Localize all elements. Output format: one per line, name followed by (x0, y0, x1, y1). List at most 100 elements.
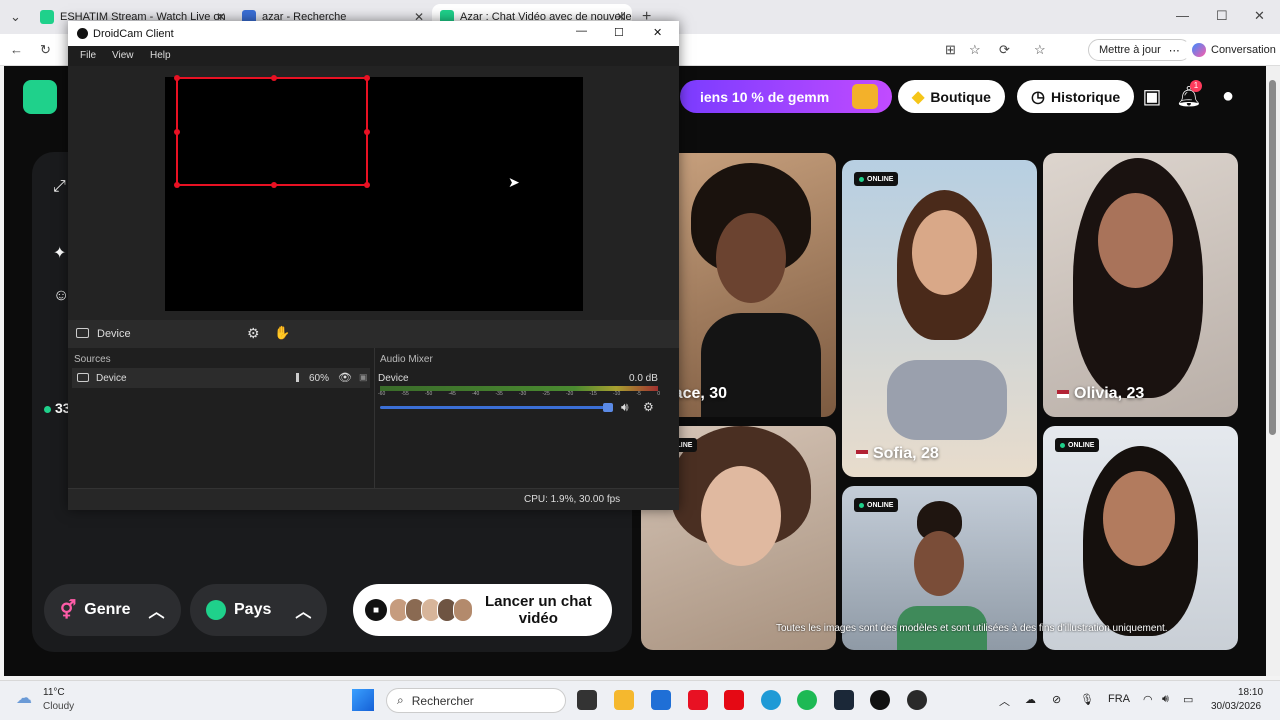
clock-time[interactable]: 18:10 (1238, 687, 1263, 698)
volume-bar-icon (296, 373, 299, 382)
chevron-up-icon: ︿ (148, 604, 165, 621)
face (716, 213, 786, 303)
resize-handle[interactable] (271, 182, 277, 188)
task-view-icon[interactable] (577, 690, 597, 710)
volume-slider[interactable] (380, 406, 612, 409)
scrollbar-thumb[interactable] (1269, 80, 1276, 435)
meter-tick-label: -50 (425, 391, 433, 397)
refresh-page-icon[interactable]: ⟳ (999, 42, 1010, 58)
vpn-icon[interactable]: ⊘ (1052, 693, 1061, 706)
reload-icon[interactable]: ↻ (40, 42, 51, 58)
favorites-icon[interactable]: ☆ (1034, 42, 1046, 58)
resize-handle[interactable] (174, 182, 180, 188)
promo-text: iens 10 % de gemm (700, 88, 830, 105)
maximize-icon[interactable]: ☐ (1216, 8, 1228, 24)
online-badge: ONLINE (854, 172, 899, 186)
back-icon[interactable]: ← (10, 42, 23, 57)
copilot-conversation-button[interactable]: Conversation (1182, 39, 1280, 61)
profile-name: Olivia, 23 (1057, 385, 1144, 403)
droidcam-taskbar-icon[interactable] (870, 690, 890, 710)
microphone-icon[interactable]: 🎙︎ (1080, 693, 1094, 706)
online-badge: ONLINE (1055, 438, 1100, 452)
meter-tick-label: -25 (542, 391, 550, 397)
launch-label-line1: Lancer un chat (485, 593, 592, 610)
wps-office-icon[interactable] (688, 690, 708, 710)
resize-handle[interactable] (271, 75, 277, 81)
close-window-icon[interactable]: ✕ (1254, 8, 1265, 24)
avatar-stack (389, 598, 473, 622)
gems-promo-banner[interactable]: iens 10 % de gemm (680, 80, 892, 113)
launch-video-chat-button[interactable]: ■ Lancer un chat vidéo (353, 584, 612, 636)
maximize-icon[interactable]: ☐ (614, 26, 624, 39)
user-avatar-icon[interactable]: ● (1212, 80, 1244, 112)
resize-handle[interactable] (174, 129, 180, 135)
globe-icon (206, 600, 226, 620)
historique-button[interactable]: ◷ Historique (1017, 80, 1135, 113)
apps-icon[interactable]: ⊞ (945, 42, 956, 58)
inbox-icon[interactable]: ▣ (1136, 80, 1168, 112)
steam-icon[interactable] (834, 690, 854, 710)
mixer-db-value: 0.0 dB (629, 373, 658, 384)
volume-icon[interactable]: 🔊︎ (1162, 693, 1169, 706)
droidcam-title-bar[interactable]: DroidCam Client — ☐ ✕ (68, 21, 679, 46)
weather-cloud-icon[interactable]: ☁ (16, 688, 32, 708)
eshatim-favicon-icon (40, 10, 54, 24)
tab-list-icon[interactable]: ⌄ (10, 9, 21, 25)
menu-view[interactable]: View (112, 50, 134, 61)
chatgpt-icon[interactable] (907, 690, 927, 710)
volume-slider-knob[interactable] (603, 403, 613, 412)
wifi-icon[interactable]: ◠ (1143, 693, 1153, 706)
resize-handle[interactable] (364, 129, 370, 135)
close-icon[interactable]: ✕ (653, 26, 662, 39)
clock-date[interactable]: 30/03/2026 (1211, 701, 1261, 712)
genre-selector[interactable]: ⚥ Genre ︿ (44, 584, 181, 636)
mixer-settings-gear-icon[interactable]: ⚙ (643, 400, 654, 414)
language-indicator[interactable]: FRA (1108, 693, 1130, 705)
edge-browser-icon[interactable] (761, 690, 781, 710)
minimize-icon[interactable]: — (576, 25, 587, 37)
filters-icon[interactable]: ✋ (274, 325, 290, 341)
profile-card-6[interactable]: ONLINE (1043, 426, 1238, 650)
battery-icon[interactable]: ▭ (1183, 693, 1193, 706)
azar-logo[interactable] (23, 80, 57, 114)
meter-tick-label: -35 (495, 391, 503, 397)
source-selection-box[interactable] (174, 75, 370, 188)
speaker-icon[interactable]: 🔊︎ (621, 400, 629, 415)
launch-label: Lancer un chat vidéo (485, 593, 592, 627)
meter-tick-label: -10 (613, 391, 621, 397)
disclaimer-text: Toutes les images sont des modèles et so… (776, 623, 1168, 634)
profile-card-sofia[interactable]: ONLINE Sofia, 28 (842, 160, 1037, 477)
meter-tick-label: -20 (566, 391, 574, 397)
taskbar-search-box[interactable]: ⌕ Rechercher (386, 688, 566, 713)
meter-tick-label: -5 (636, 391, 641, 397)
netflix-icon[interactable] (724, 690, 744, 710)
genre-label: Genre (84, 601, 131, 618)
menu-file[interactable]: File (80, 50, 96, 61)
favorite-star-icon[interactable]: ☆ (969, 42, 981, 58)
file-explorer-icon[interactable] (614, 690, 634, 710)
minimize-icon[interactable]: — (1176, 8, 1189, 23)
visibility-eye-icon[interactable]: 👁︎ (338, 371, 352, 384)
droidcam-status-bar: CPU: 1.9%, 30.00 fps (68, 488, 679, 510)
resize-handle[interactable] (364, 75, 370, 81)
menu-help[interactable]: Help (150, 50, 171, 61)
face (1098, 193, 1173, 288)
face (912, 210, 977, 295)
resize-handle[interactable] (174, 75, 180, 81)
microsoft-store-icon[interactable] (651, 690, 671, 710)
profile-card-olivia[interactable]: Olivia, 23 (1043, 153, 1238, 417)
pays-selector[interactable]: Pays ︿ (190, 584, 327, 636)
settings-gear-icon[interactable]: ⚙ (247, 325, 260, 342)
onedrive-icon[interactable]: ☁ (1025, 693, 1036, 706)
resize-handle[interactable] (364, 182, 370, 188)
show-hidden-icons-icon[interactable]: ︿ (999, 693, 1010, 709)
diamond-icon: ◆ (912, 88, 925, 106)
profile-name-text: Olivia, 23 (1074, 385, 1145, 402)
boutique-button[interactable]: ◆ Boutique (898, 80, 1005, 113)
spotify-icon[interactable] (797, 690, 817, 710)
windows-start-icon[interactable] (352, 689, 374, 711)
update-button[interactable]: Mettre à jour ⋯ (1088, 39, 1191, 61)
meter-tick-label: -40 (472, 391, 480, 397)
lock-icon[interactable]: ▣ (359, 372, 368, 383)
sources-list-item[interactable]: Device 60% 👁︎ ▣ (72, 368, 370, 388)
